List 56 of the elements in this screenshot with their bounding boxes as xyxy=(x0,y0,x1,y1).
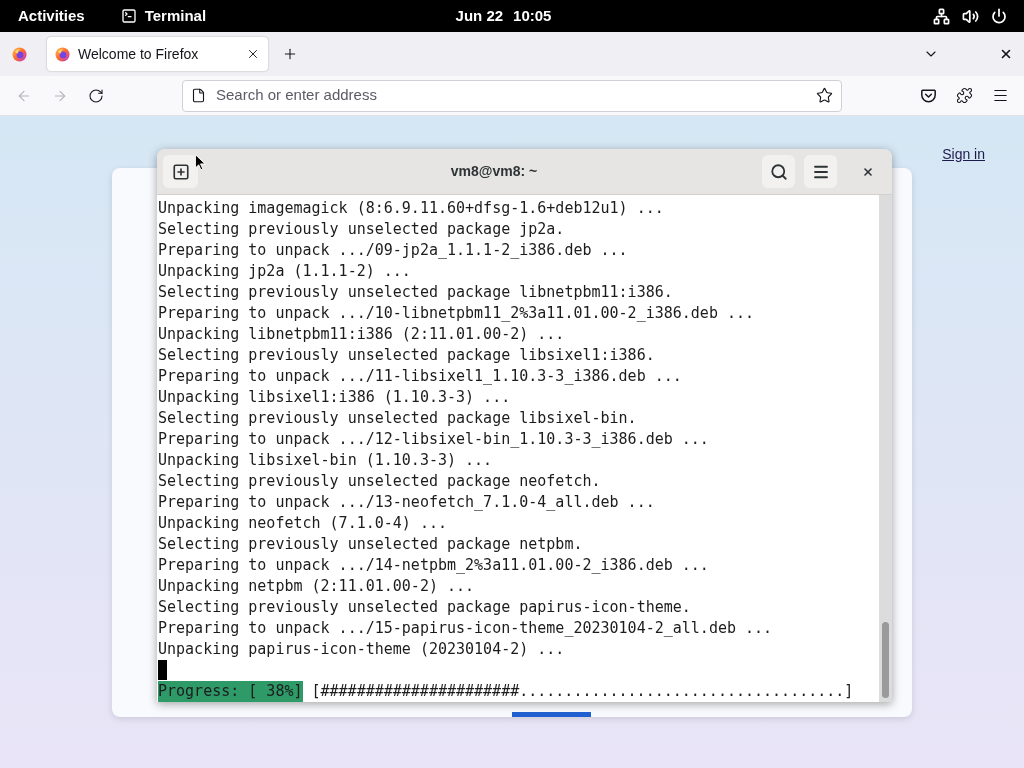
power-icon[interactable] xyxy=(991,8,1007,24)
terminal-line: Unpacking libnetpbm11:i386 (2:11.01.00-2) ... xyxy=(158,324,565,345)
browser-logo-icon[interactable] xyxy=(12,46,27,62)
clock-label[interactable]: 10:05 xyxy=(513,4,552,28)
terminal-line: Preparing to unpack .../10-libnetpbm11_2%3a11.01.00-2_i386.deb ... xyxy=(158,303,755,324)
terminal-line: Preparing to unpack .../11-libsixel1_1.10.3-3_i386.deb ... xyxy=(158,366,682,387)
terminal-line: Unpacking papirus-icon-theme (20230104-2) ... xyxy=(158,639,565,660)
network-icon[interactable] xyxy=(933,7,950,25)
progress-ascii-text: [######################....................................] xyxy=(311,681,854,702)
close-icon xyxy=(861,165,874,178)
volume-icon[interactable] xyxy=(962,7,979,25)
terminal-line: Selecting previously unselected package neofetch. xyxy=(158,471,601,492)
progress-label: Progress: [ 38%] xyxy=(158,681,303,702)
date-label[interactable]: Jun 22 xyxy=(455,4,504,28)
terminal-line: Preparing to unpack .../12-libsixel-bin_1.10.3-3_i386.deb ... xyxy=(158,429,709,450)
activities-button[interactable]: Activities xyxy=(18,4,85,28)
terminal-line: Selecting previously unselected package libsixel-bin. xyxy=(158,408,637,429)
terminal-line: Unpacking jp2a (1.1.1-2) ... xyxy=(158,261,411,282)
window-title: vm8@vm8: ~ xyxy=(450,162,538,181)
sign-in-link[interactable]: Sign in xyxy=(942,146,985,162)
app-menu-label[interactable]: Terminal xyxy=(144,4,207,28)
terminal-line: Selecting previously unselected package netpbm. xyxy=(158,534,583,555)
page-icon xyxy=(191,88,206,103)
close-tab-icon[interactable] xyxy=(246,47,260,61)
terminal-line: Unpacking neofetch (7.1.0-4) ... xyxy=(158,513,447,534)
terminal-line: Unpacking libsixel1:i386 (1.10.3-3) ... xyxy=(158,387,511,408)
terminal-line: Preparing to unpack .../09-jp2a_1.1.1-2_i386.deb ... xyxy=(158,240,628,261)
menu-button[interactable] xyxy=(804,155,837,188)
terminal-line: Preparing to unpack .../15-papirus-icon-theme_20230104-2_all.deb ... xyxy=(158,618,773,639)
browser-tab[interactable]: Welcome to Firefox xyxy=(47,37,268,71)
bookmark-star-icon[interactable] xyxy=(816,87,833,104)
tab-title: Welcome to Firefox xyxy=(78,44,199,64)
terminal-line: Selecting previously unselected package jp2a. xyxy=(158,219,565,240)
menu-icon[interactable] xyxy=(992,87,1009,104)
terminal-line: Selecting previously unselected package libnetpbm11:i386. xyxy=(158,282,673,303)
tab-favicon-icon xyxy=(55,46,70,62)
terminal-icon xyxy=(120,8,137,24)
new-tab-button[interactable] xyxy=(163,155,198,188)
terminal-line: Preparing to unpack .../14-netpbm_2%3a11.01.00-2_i386.deb ... xyxy=(158,555,709,576)
mouse-pointer-icon xyxy=(195,154,206,171)
new-tab-plus-icon[interactable] xyxy=(282,46,298,62)
terminal-line: Unpacking imagemagick (8:6.9.11.60+dfsg-1.6+deb12u1) ... xyxy=(158,198,664,219)
terminal-line: Unpacking libsixel-bin (1.10.3-3) ... xyxy=(158,450,493,471)
terminal-line: Preparing to unpack .../13-neofetch_7.1.0-4_all.deb ... xyxy=(158,492,655,513)
plus-square-icon xyxy=(171,162,190,181)
extensions-icon[interactable] xyxy=(956,87,973,104)
scrollbar-thumb[interactable] xyxy=(882,622,889,698)
terminal-line: Selecting previously unselected package papirus-icon-theme. xyxy=(158,597,691,618)
search-button[interactable] xyxy=(762,155,795,188)
address-bar[interactable]: Search or enter address xyxy=(182,79,842,112)
close-window-icon[interactable] xyxy=(999,47,1013,61)
pocket-shield-icon[interactable] xyxy=(920,87,937,104)
terminal-line: Selecting previously unselected package libsixel1:i386. xyxy=(158,345,655,366)
search-icon xyxy=(769,162,788,181)
address-placeholder: Search or enter address xyxy=(216,85,377,106)
terminal-line: Unpacking netpbm (2:11.01.00-2) ... xyxy=(158,576,475,597)
